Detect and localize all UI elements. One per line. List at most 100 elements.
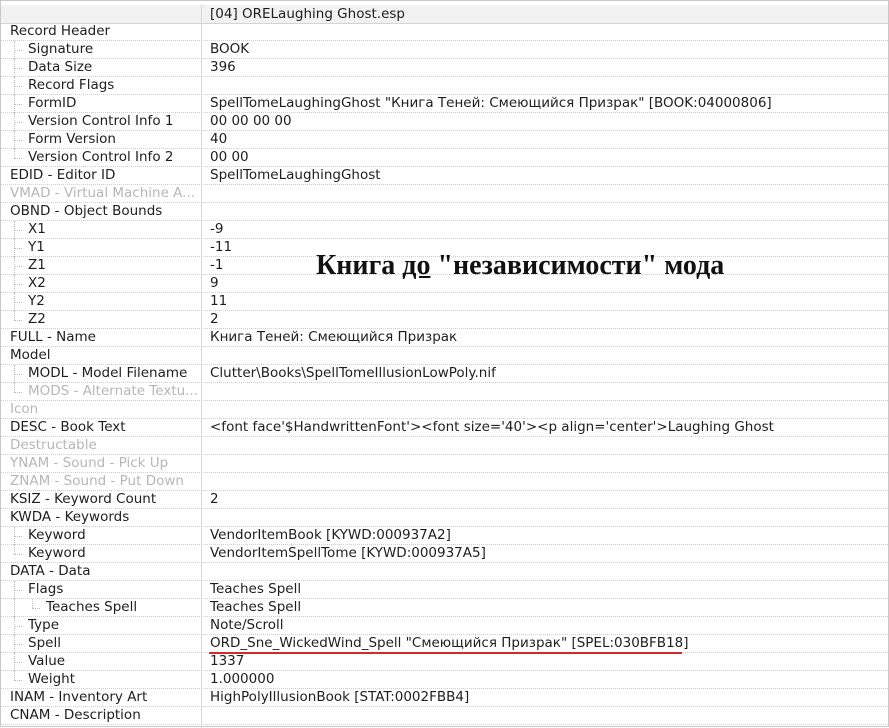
- tree-row-inam-inventory-art[interactable]: INAM - Inventory Art HighPolyIllusionBook…: [1, 689, 888, 707]
- field-label: OBND - Object Bounds: [10, 203, 163, 219]
- tree-guide-branch: [14, 68, 22, 69]
- tree-row-form-version[interactable]: Form Version 40: [1, 131, 888, 149]
- tree-guide-branch: [14, 590, 22, 591]
- field-value[interactable]: 396: [210, 59, 236, 76]
- field-value[interactable]: 2: [210, 311, 219, 328]
- tree-row-edid-editor-id[interactable]: EDID - Editor ID SpellTomeLaughingGhost: [1, 167, 888, 185]
- field-value[interactable]: -9: [210, 221, 223, 238]
- field-value[interactable]: HighPolyIllusionBook [STAT:0002FBB4]: [210, 689, 469, 706]
- tree-row-version-control-info-2[interactable]: Version Control Info 2 00 00: [1, 149, 888, 167]
- field-label: Signature: [28, 41, 94, 57]
- tree-guide-line: [14, 545, 15, 554]
- field-value[interactable]: 1337: [210, 653, 244, 670]
- field-label: FormID: [28, 95, 77, 111]
- field-value[interactable]: VendorItemBook [KYWD:000937A2]: [210, 527, 451, 544]
- tree-row-model[interactable]: Model: [1, 347, 888, 365]
- field-value[interactable]: SpellTomeLaughingGhost "Книга Теней: Сме…: [210, 95, 772, 112]
- field-value[interactable]: 00 00: [210, 149, 249, 166]
- tree-row-value[interactable]: Value 1337: [1, 653, 888, 671]
- tree-row-record-flags[interactable]: Record Flags: [1, 77, 888, 95]
- field-value[interactable]: 2: [210, 491, 219, 508]
- field-value[interactable]: Книга Теней: Смеющийся Призрак: [210, 329, 457, 346]
- tree-row-flags[interactable]: Flags Teaches Spell: [1, 581, 888, 599]
- field-value[interactable]: ORD_Sne_WickedWind_Spell "Смеющийся Приз…: [210, 635, 689, 652]
- tree-row-kwda-keywords[interactable]: KWDA - Keywords: [1, 509, 888, 527]
- field-value[interactable]: -11: [210, 239, 232, 256]
- tree-row-ksiz-keyword-count[interactable]: KSIZ - Keyword Count 2: [1, 491, 888, 509]
- tree-guide-line: [32, 599, 33, 608]
- field-label: Type: [28, 617, 60, 633]
- field-label: DATA - Data: [10, 563, 91, 579]
- field-label: Destructable: [10, 437, 97, 453]
- tree-row-full-name[interactable]: FULL - Name Книга Теней: Смеющийся Призра…: [1, 329, 888, 347]
- tree-row-obnd-object-bounds[interactable]: OBND - Object Bounds: [1, 203, 888, 221]
- tree-row-y2[interactable]: Y2 11: [1, 293, 888, 311]
- field-value[interactable]: 11: [210, 293, 227, 310]
- field-value[interactable]: Teaches Spell: [210, 581, 301, 598]
- tree-row-version-control-info-1[interactable]: Version Control Info 1 00 00 00 00: [1, 113, 888, 131]
- field-label: INAM - Inventory Art: [10, 689, 148, 705]
- field-label: YNAM - Sound - Pick Up: [10, 455, 169, 471]
- tree-row-znam-sound-put-down[interactable]: ZNAM - Sound - Put Down: [1, 473, 888, 491]
- column-header[interactable]: [04] ORELaughing Ghost.esp: [1, 5, 888, 24]
- tree-row-cnam-description[interactable]: CNAM - Description: [1, 707, 888, 725]
- tree-row-modl-model-filename[interactable]: MODL - Model Filename Clutter\Books\Spell…: [1, 365, 888, 383]
- tree-guide-branch: [14, 230, 22, 231]
- tree-row-formid[interactable]: FormID SpellTomeLaughingGhost "Книга Тене…: [1, 95, 888, 113]
- field-label: CNAM - Description: [10, 707, 141, 723]
- tree-row-desc-book-text[interactable]: DESC - Book Text <font face'$HandwrittenF…: [1, 419, 888, 437]
- tree-row-teaches-spell[interactable]: Teaches Spell Teaches Spell: [1, 599, 888, 617]
- field-label: Value: [28, 653, 66, 669]
- field-label: Icon: [10, 401, 39, 417]
- tree-guide-branch: [14, 554, 22, 555]
- column-divider[interactable]: [201, 5, 202, 728]
- tree-guide-branch: [14, 50, 22, 51]
- field-label: Version Control Info 1: [28, 113, 174, 129]
- field-value[interactable]: 9: [210, 275, 219, 292]
- tree-row-record-header[interactable]: Record Header: [1, 23, 888, 41]
- tree-row-data-data[interactable]: DATA - Data: [1, 563, 888, 581]
- tree-guide-line: [14, 311, 15, 320]
- field-label: ZNAM - Sound - Put Down: [10, 473, 184, 489]
- field-value[interactable]: 40: [210, 131, 227, 148]
- tree-row-z2[interactable]: Z2 2: [1, 311, 888, 329]
- tree-row-weight[interactable]: Weight 1.000000: [1, 671, 888, 689]
- field-label: Flags: [28, 581, 64, 597]
- field-value[interactable]: Teaches Spell: [210, 599, 301, 616]
- field-value[interactable]: -1: [210, 257, 223, 274]
- tree-guide-line: [14, 383, 15, 392]
- field-label: Form Version: [28, 131, 116, 147]
- field-value[interactable]: Note/Scroll: [210, 617, 284, 634]
- field-value[interactable]: VendorItemSpellTome [KYWD:000937A5]: [210, 545, 486, 562]
- tree-guide-branch: [14, 392, 22, 393]
- tree-row-data-size[interactable]: Data Size 396: [1, 59, 888, 77]
- field-label: Keyword: [28, 545, 86, 561]
- tree-row-icon[interactable]: Icon: [1, 401, 888, 419]
- tree-guide-branch: [14, 122, 22, 123]
- record-tree-view[interactable]: [04] ORELaughing Ghost.esp Record Header…: [0, 0, 889, 728]
- tree-row-vmad-virtual-machine-a[interactable]: VMAD - Virtual Machine A...: [1, 185, 888, 203]
- tree-row-x1[interactable]: X1 -9: [1, 221, 888, 239]
- tree-row-spell[interactable]: Spell ORD_Sne_WickedWind_Spell "Смеющийся…: [1, 635, 888, 653]
- tree-guide-branch: [14, 284, 22, 285]
- tree-guide-branch: [14, 662, 22, 663]
- tree-row-signature[interactable]: Signature BOOK: [1, 41, 888, 59]
- tree-row-keyword[interactable]: Keyword VendorItemBook [KYWD:000937A2]: [1, 527, 888, 545]
- field-value[interactable]: SpellTomeLaughingGhost: [210, 167, 381, 184]
- tree-guide-branch: [14, 248, 22, 249]
- tree-row-type[interactable]: Type Note/Scroll: [1, 617, 888, 635]
- field-value[interactable]: BOOK: [210, 41, 249, 58]
- tree-guide-branch: [14, 680, 22, 681]
- tree-row-keyword[interactable]: Keyword VendorItemSpellTome [KYWD:000937A…: [1, 545, 888, 563]
- field-label: KSIZ - Keyword Count: [10, 491, 157, 507]
- field-value[interactable]: <font face'$HandwrittenFont'><font size=…: [210, 419, 774, 436]
- field-value[interactable]: 00 00 00 00: [210, 113, 292, 130]
- tree-row-ynam-sound-pick-up[interactable]: YNAM - Sound - Pick Up: [1, 455, 888, 473]
- field-value[interactable]: 1.000000: [210, 671, 274, 688]
- tree-row-mods-alternate-textu[interactable]: MODS - Alternate Textu...: [1, 383, 888, 401]
- field-label: Model: [10, 347, 51, 363]
- field-label: X1: [28, 221, 46, 237]
- field-label: X2: [28, 275, 46, 291]
- tree-row-destructable[interactable]: Destructable: [1, 437, 888, 455]
- field-value[interactable]: Clutter\Books\SpellTomeIllusionLowPoly.n…: [210, 365, 496, 382]
